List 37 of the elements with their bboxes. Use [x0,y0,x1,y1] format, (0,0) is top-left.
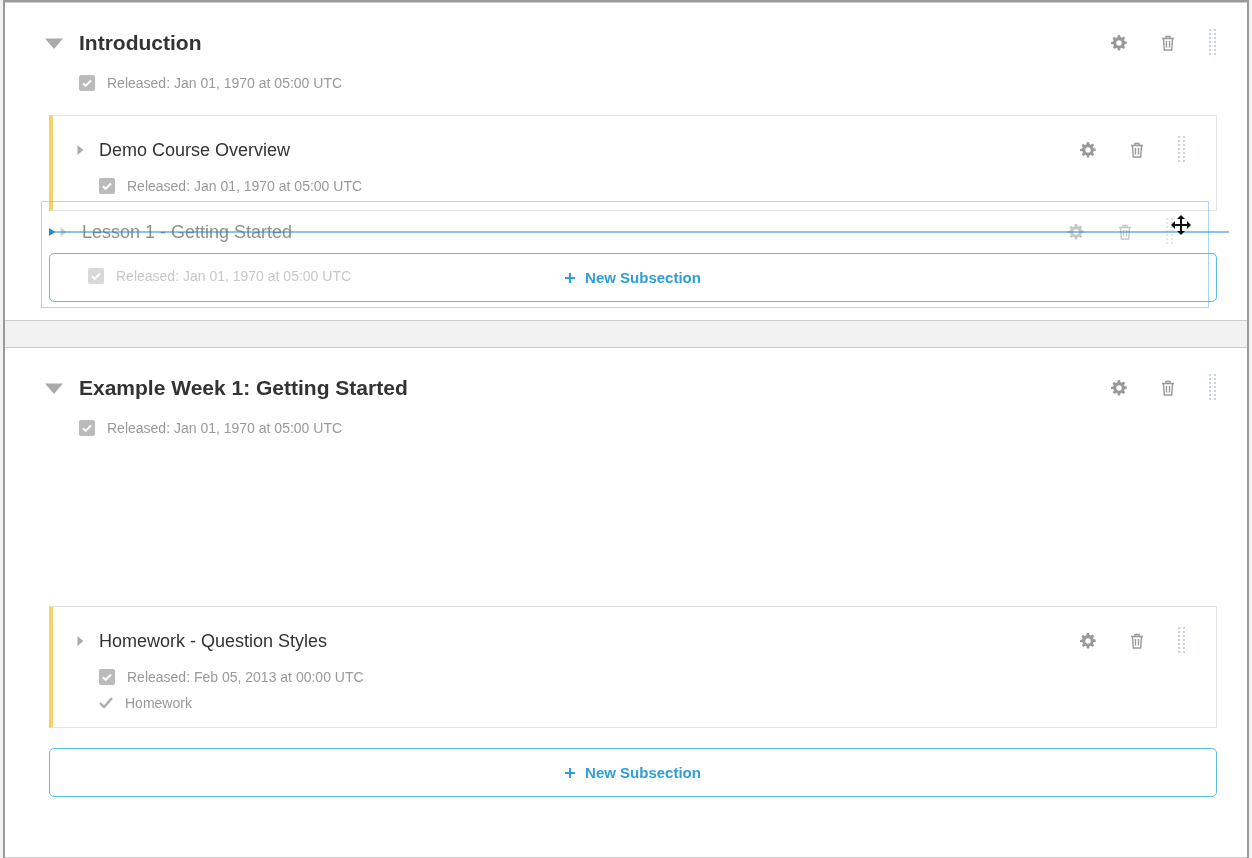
subsection-title[interactable]: Demo Course Overview [99,139,1080,161]
caret-right-icon[interactable] [75,636,85,646]
caret-right-icon[interactable] [58,227,68,237]
settings-icon[interactable] [1080,633,1096,649]
section-title[interactable]: Example Week 1: Getting Started [79,376,1111,400]
section-title[interactable]: Introduction [79,31,1111,55]
delete-icon[interactable] [1130,633,1144,649]
grading-type: Homework [125,695,192,711]
checkmark-icon [99,697,113,709]
drag-handle-icon[interactable] [1178,627,1186,655]
release-date: Released: Feb 05, 2013 at 00:00 UTC [127,669,364,685]
release-date: Released: Jan 01, 1970 at 05:00 UTC [116,268,352,284]
delete-icon[interactable] [1130,142,1144,158]
release-date: Released: Jan 01, 1970 at 05:00 UTC [107,420,343,436]
checked-box-icon [79,420,95,436]
release-date: Released: Jan 01, 1970 at 05:00 UTC [107,75,343,91]
delete-icon[interactable] [1161,380,1175,396]
move-cursor-icon [1171,215,1191,235]
checked-box-icon [99,669,115,685]
settings-icon[interactable] [1111,380,1127,396]
checked-box-icon [99,178,115,194]
drag-handle-icon[interactable] [1209,374,1217,402]
caret-right-icon[interactable] [75,145,85,155]
plus-icon [565,767,576,778]
settings-icon[interactable] [1080,142,1096,158]
settings-icon[interactable] [1111,35,1127,51]
release-date: Released: Jan 01, 1970 at 05:00 UTC [127,178,363,194]
subsection-title[interactable]: Homework - Question Styles [99,630,1080,652]
drag-handle-icon[interactable] [1166,218,1174,246]
drag-handle-icon[interactable] [1209,29,1217,57]
delete-icon[interactable] [1118,224,1132,240]
checked-box-icon [79,75,95,91]
settings-icon[interactable] [1068,224,1084,240]
checked-box-icon [88,268,104,284]
plus-icon [565,272,576,283]
drag-handle-icon[interactable] [1178,136,1186,164]
delete-icon[interactable] [1161,35,1175,51]
